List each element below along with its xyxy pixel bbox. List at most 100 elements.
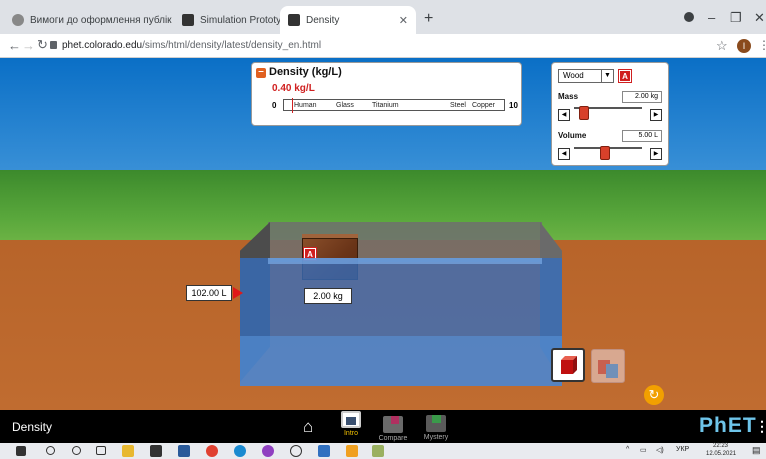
back-arrow-icon[interactable]: ← xyxy=(8,38,21,53)
mass-increase-button[interactable]: ▶ xyxy=(650,109,662,121)
tab-density[interactable]: Density ✕ xyxy=(280,6,416,34)
clock-date[interactable]: 12.05.2021 xyxy=(706,451,736,457)
scale-label-steel: Steel xyxy=(450,102,466,109)
density-title: Density (kg/L) xyxy=(269,66,342,78)
simulation-area: – Density (kg/L) 0.40 kg/L 0 Human Glass… xyxy=(0,58,766,410)
address-bar: ← → ↻ phet.colorado.edu/sims/html/densit… xyxy=(0,34,766,58)
edge-icon[interactable] xyxy=(234,445,246,457)
red-cube-icon xyxy=(561,356,577,374)
sim-title: Density xyxy=(12,420,53,434)
density-value: 0.40 kg/L xyxy=(272,83,315,94)
material-selected: Wood xyxy=(563,71,584,80)
store-icon[interactable] xyxy=(150,445,162,457)
compare-screen-icon xyxy=(383,416,403,433)
mass-decrease-button[interactable]: ◀ xyxy=(558,109,570,121)
reload-icon[interactable]: ↻ xyxy=(37,37,48,53)
phet-navbar: Density ⌂ Intro Compare Mystery PhET ⋮ xyxy=(0,410,766,443)
screen-intro[interactable]: Intro xyxy=(328,411,374,442)
two-blocks-button[interactable] xyxy=(591,349,625,383)
mass-value: 2.00 kg xyxy=(622,91,662,103)
maximize-button[interactable]: ❐ xyxy=(730,10,742,26)
phet-favicon-icon xyxy=(288,14,300,26)
volume-pointer-icon xyxy=(233,287,243,299)
scale-max-label: 10 xyxy=(509,101,518,110)
search-icon[interactable] xyxy=(46,446,55,455)
tray-chevron-icon[interactable]: ^ xyxy=(626,446,629,453)
screen-label-compare: Compare xyxy=(378,435,408,442)
browser-menu-icon[interactable]: ⋮ xyxy=(758,38,766,52)
volume-slider-thumb[interactable] xyxy=(599,146,610,160)
volume-decrease-button[interactable]: ◀ xyxy=(558,148,570,160)
scale-label-glass: Glass xyxy=(336,102,354,109)
start-icon[interactable] xyxy=(16,446,26,456)
chrome-icon[interactable] xyxy=(206,445,218,457)
tab-title: Simulation Prototypes xyxy=(200,14,284,26)
mail-icon[interactable] xyxy=(178,445,190,457)
windows-taskbar: ^ ▭ ◁) УКР 22:23 12.05.2021 ▤ xyxy=(0,443,766,459)
task-view-icon[interactable] xyxy=(96,446,106,455)
reset-button[interactable]: ↻ xyxy=(644,385,664,405)
notifications-icon[interactable]: ▤ xyxy=(752,445,761,456)
close-tab-icon[interactable]: ✕ xyxy=(399,14,408,27)
language-indicator[interactable]: УКР xyxy=(676,446,689,453)
phet-favicon-icon xyxy=(182,14,194,26)
scale-label-human: Human xyxy=(294,102,317,109)
screen-mystery[interactable]: Mystery xyxy=(413,411,459,442)
globe-icon xyxy=(12,14,24,26)
pool-floor xyxy=(240,336,562,386)
network-icon[interactable]: ▭ xyxy=(640,446,647,454)
volume-label: Volume xyxy=(558,131,587,140)
url-field[interactable]: phet.colorado.edu/sims/html/density/late… xyxy=(62,40,321,51)
mass-slider-thumb[interactable] xyxy=(579,106,590,120)
browser-tab-bar: Вимоги до оформлення публік ✕ Simulation… xyxy=(0,0,766,34)
phet-logo[interactable]: PhET xyxy=(699,414,757,438)
tab-vymohy[interactable]: Вимоги до оформлення публік ✕ xyxy=(4,6,172,34)
collapse-button[interactable]: – xyxy=(256,67,266,78)
profile-avatar[interactable]: I xyxy=(737,39,751,53)
one-block-button[interactable] xyxy=(551,348,585,382)
settings-icon[interactable] xyxy=(290,445,302,457)
scale-min-label: 0 xyxy=(272,101,277,110)
extension-icon[interactable] xyxy=(684,12,694,22)
pool-volume-readout: 102.00 L xyxy=(186,285,232,301)
app-icon[interactable] xyxy=(346,445,358,457)
screen-label-mystery: Mystery xyxy=(423,434,449,441)
density-marker xyxy=(292,98,293,113)
mystery-screen-icon xyxy=(426,415,446,432)
lock-icon xyxy=(50,41,57,49)
paint-icon[interactable] xyxy=(372,445,384,457)
speaker-icon[interactable]: ◁) xyxy=(656,446,664,454)
close-window-button[interactable]: ✕ xyxy=(754,10,765,26)
url-host: phet.colorado.edu xyxy=(62,40,143,51)
bookmark-star-icon[interactable]: ☆ xyxy=(716,38,728,54)
minimize-button[interactable]: – xyxy=(708,10,715,25)
two-cubes-icon xyxy=(598,360,618,378)
phet-menu-icon[interactable]: ⋮ xyxy=(755,418,766,435)
block-mass-readout: 2.00 kg xyxy=(304,288,352,304)
home-icon[interactable]: ⌂ xyxy=(303,417,313,437)
screen-compare[interactable]: Compare xyxy=(370,411,416,442)
dropdown-arrow-icon: ▼ xyxy=(601,70,613,82)
material-select[interactable]: Wood ▼ xyxy=(558,69,614,83)
scale-label-titanium: Titanium xyxy=(372,102,399,109)
intro-screen-icon xyxy=(341,411,361,428)
tab-title: Вимоги до оформлення публік xyxy=(30,14,172,26)
clock-time[interactable]: 22:23 xyxy=(713,443,728,449)
viber-icon[interactable] xyxy=(262,445,274,457)
tab-simulation-prototypes[interactable]: Simulation Prototypes xyxy=(174,6,284,34)
cortana-icon[interactable] xyxy=(72,446,81,455)
forward-arrow-icon[interactable]: → xyxy=(22,38,35,53)
water-surface xyxy=(268,258,542,264)
control-panel: Wood ▼ A Mass 2.00 kg ◀ ▶ Volume 5.00 L … xyxy=(551,62,669,166)
tab-title: Density xyxy=(306,14,340,26)
volume-increase-button[interactable]: ▶ xyxy=(650,148,662,160)
url-path: /sims/html/density/latest/density_en.htm… xyxy=(142,40,322,51)
block-a-badge: A xyxy=(618,69,632,83)
new-tab-button[interactable]: + xyxy=(424,10,433,28)
photos-icon[interactable] xyxy=(318,445,330,457)
scale-label-copper: Copper xyxy=(472,102,495,109)
density-panel: – Density (kg/L) 0.40 kg/L 0 Human Glass… xyxy=(251,62,522,126)
volume-value: 5.00 L xyxy=(622,130,662,142)
file-explorer-icon[interactable] xyxy=(122,445,134,457)
mass-label: Mass xyxy=(558,92,579,101)
